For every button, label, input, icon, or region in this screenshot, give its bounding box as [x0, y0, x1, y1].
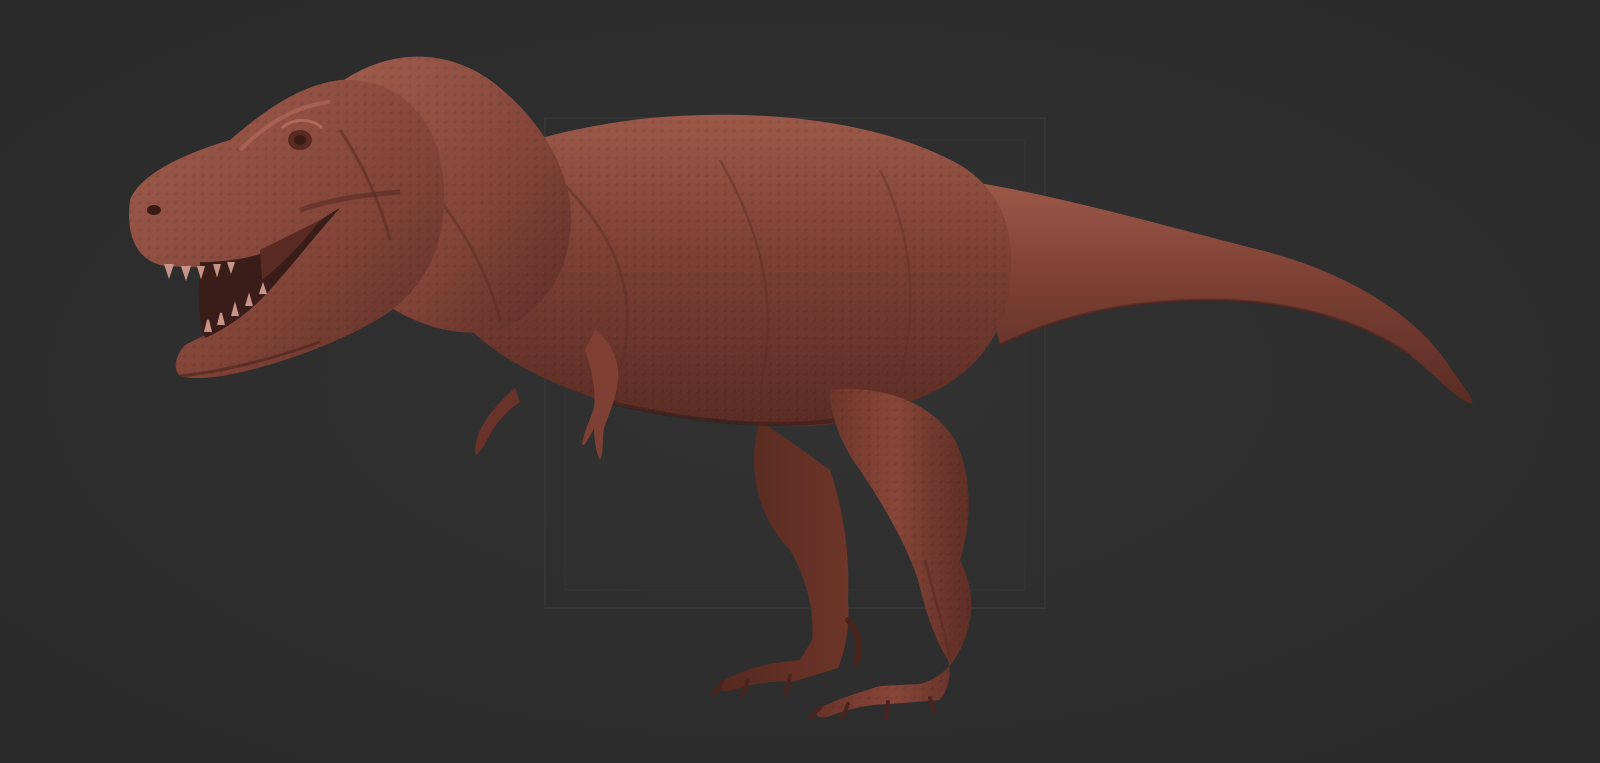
far-arm [475, 388, 520, 455]
far-leg [712, 420, 862, 698]
trex-sculpt [129, 56, 1473, 720]
head [129, 79, 445, 379]
tail [960, 180, 1473, 404]
viewport [0, 0, 1600, 763]
nostril [147, 205, 161, 215]
